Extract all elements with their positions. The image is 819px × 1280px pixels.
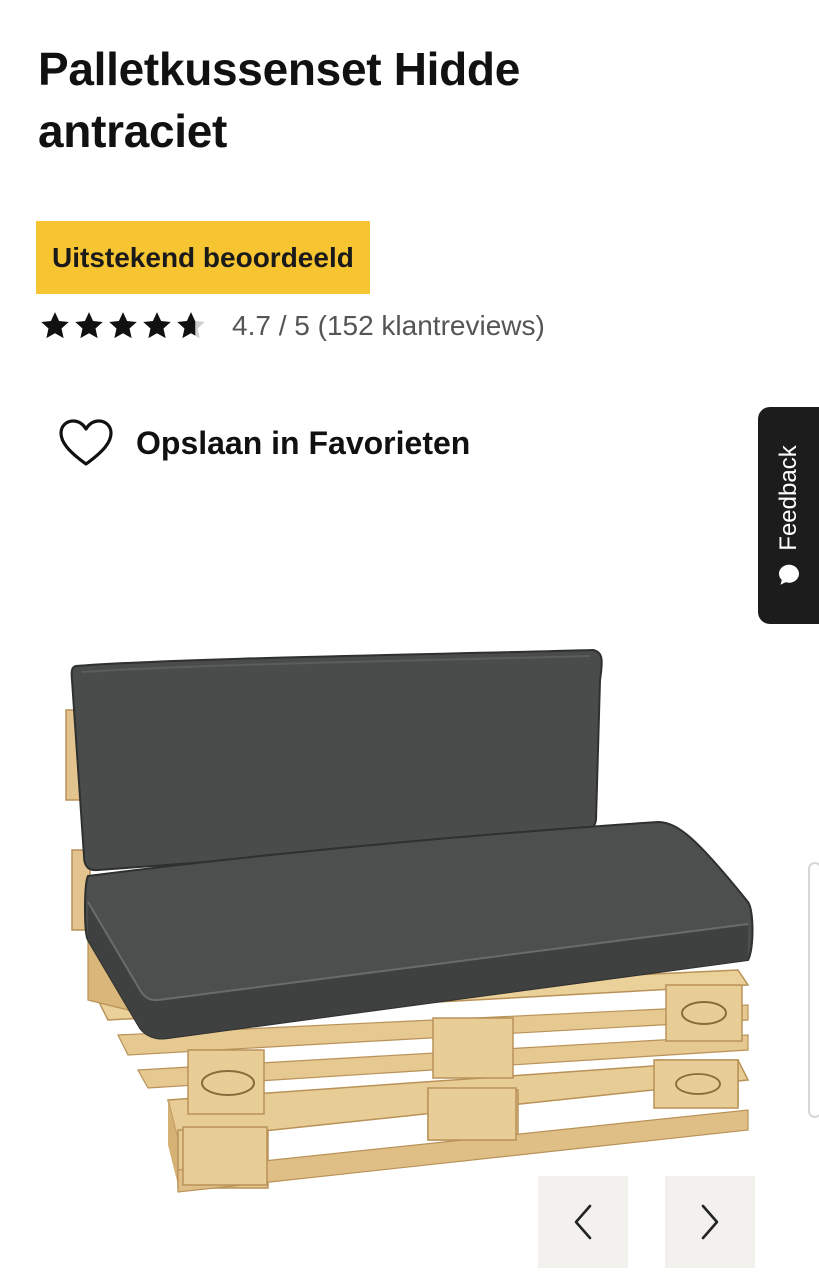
save-favorite-button[interactable]: Opslaan in Favorieten [58, 413, 470, 473]
side-scroll-handle[interactable] [808, 862, 819, 1118]
product-image [65, 648, 754, 1193]
feedback-label: Feedback [774, 444, 802, 551]
product-title: Palletkussenset Hidde antraciet [38, 43, 521, 157]
chevron-left-icon [574, 1204, 592, 1240]
feedback-tab[interactable]: Feedback [758, 407, 819, 624]
star-icon [143, 312, 171, 339]
chevron-right-icon [701, 1204, 719, 1240]
product-page: Palletkussenset Hidde antraciet Uitsteke… [0, 0, 819, 1280]
star-icon [109, 312, 137, 339]
chat-bubble-icon [778, 564, 799, 585]
star-rating [38, 309, 210, 343]
rating-row[interactable]: 4.7 / 5 (152 klantreviews) [38, 306, 545, 346]
prev-image-button[interactable] [538, 1176, 628, 1268]
star-icon [75, 312, 103, 339]
half-star-icon [177, 312, 205, 339]
rating-badge: Uitstekend beoordeeld [36, 221, 370, 294]
save-favorite-label: Opslaan in Favorieten [136, 424, 471, 461]
heart-outline-icon [59, 419, 113, 466]
rating-summary: 4.7 / 5 (152 klantreviews) [232, 310, 545, 341]
star-icon [41, 312, 69, 339]
next-image-button[interactable] [665, 1176, 755, 1268]
